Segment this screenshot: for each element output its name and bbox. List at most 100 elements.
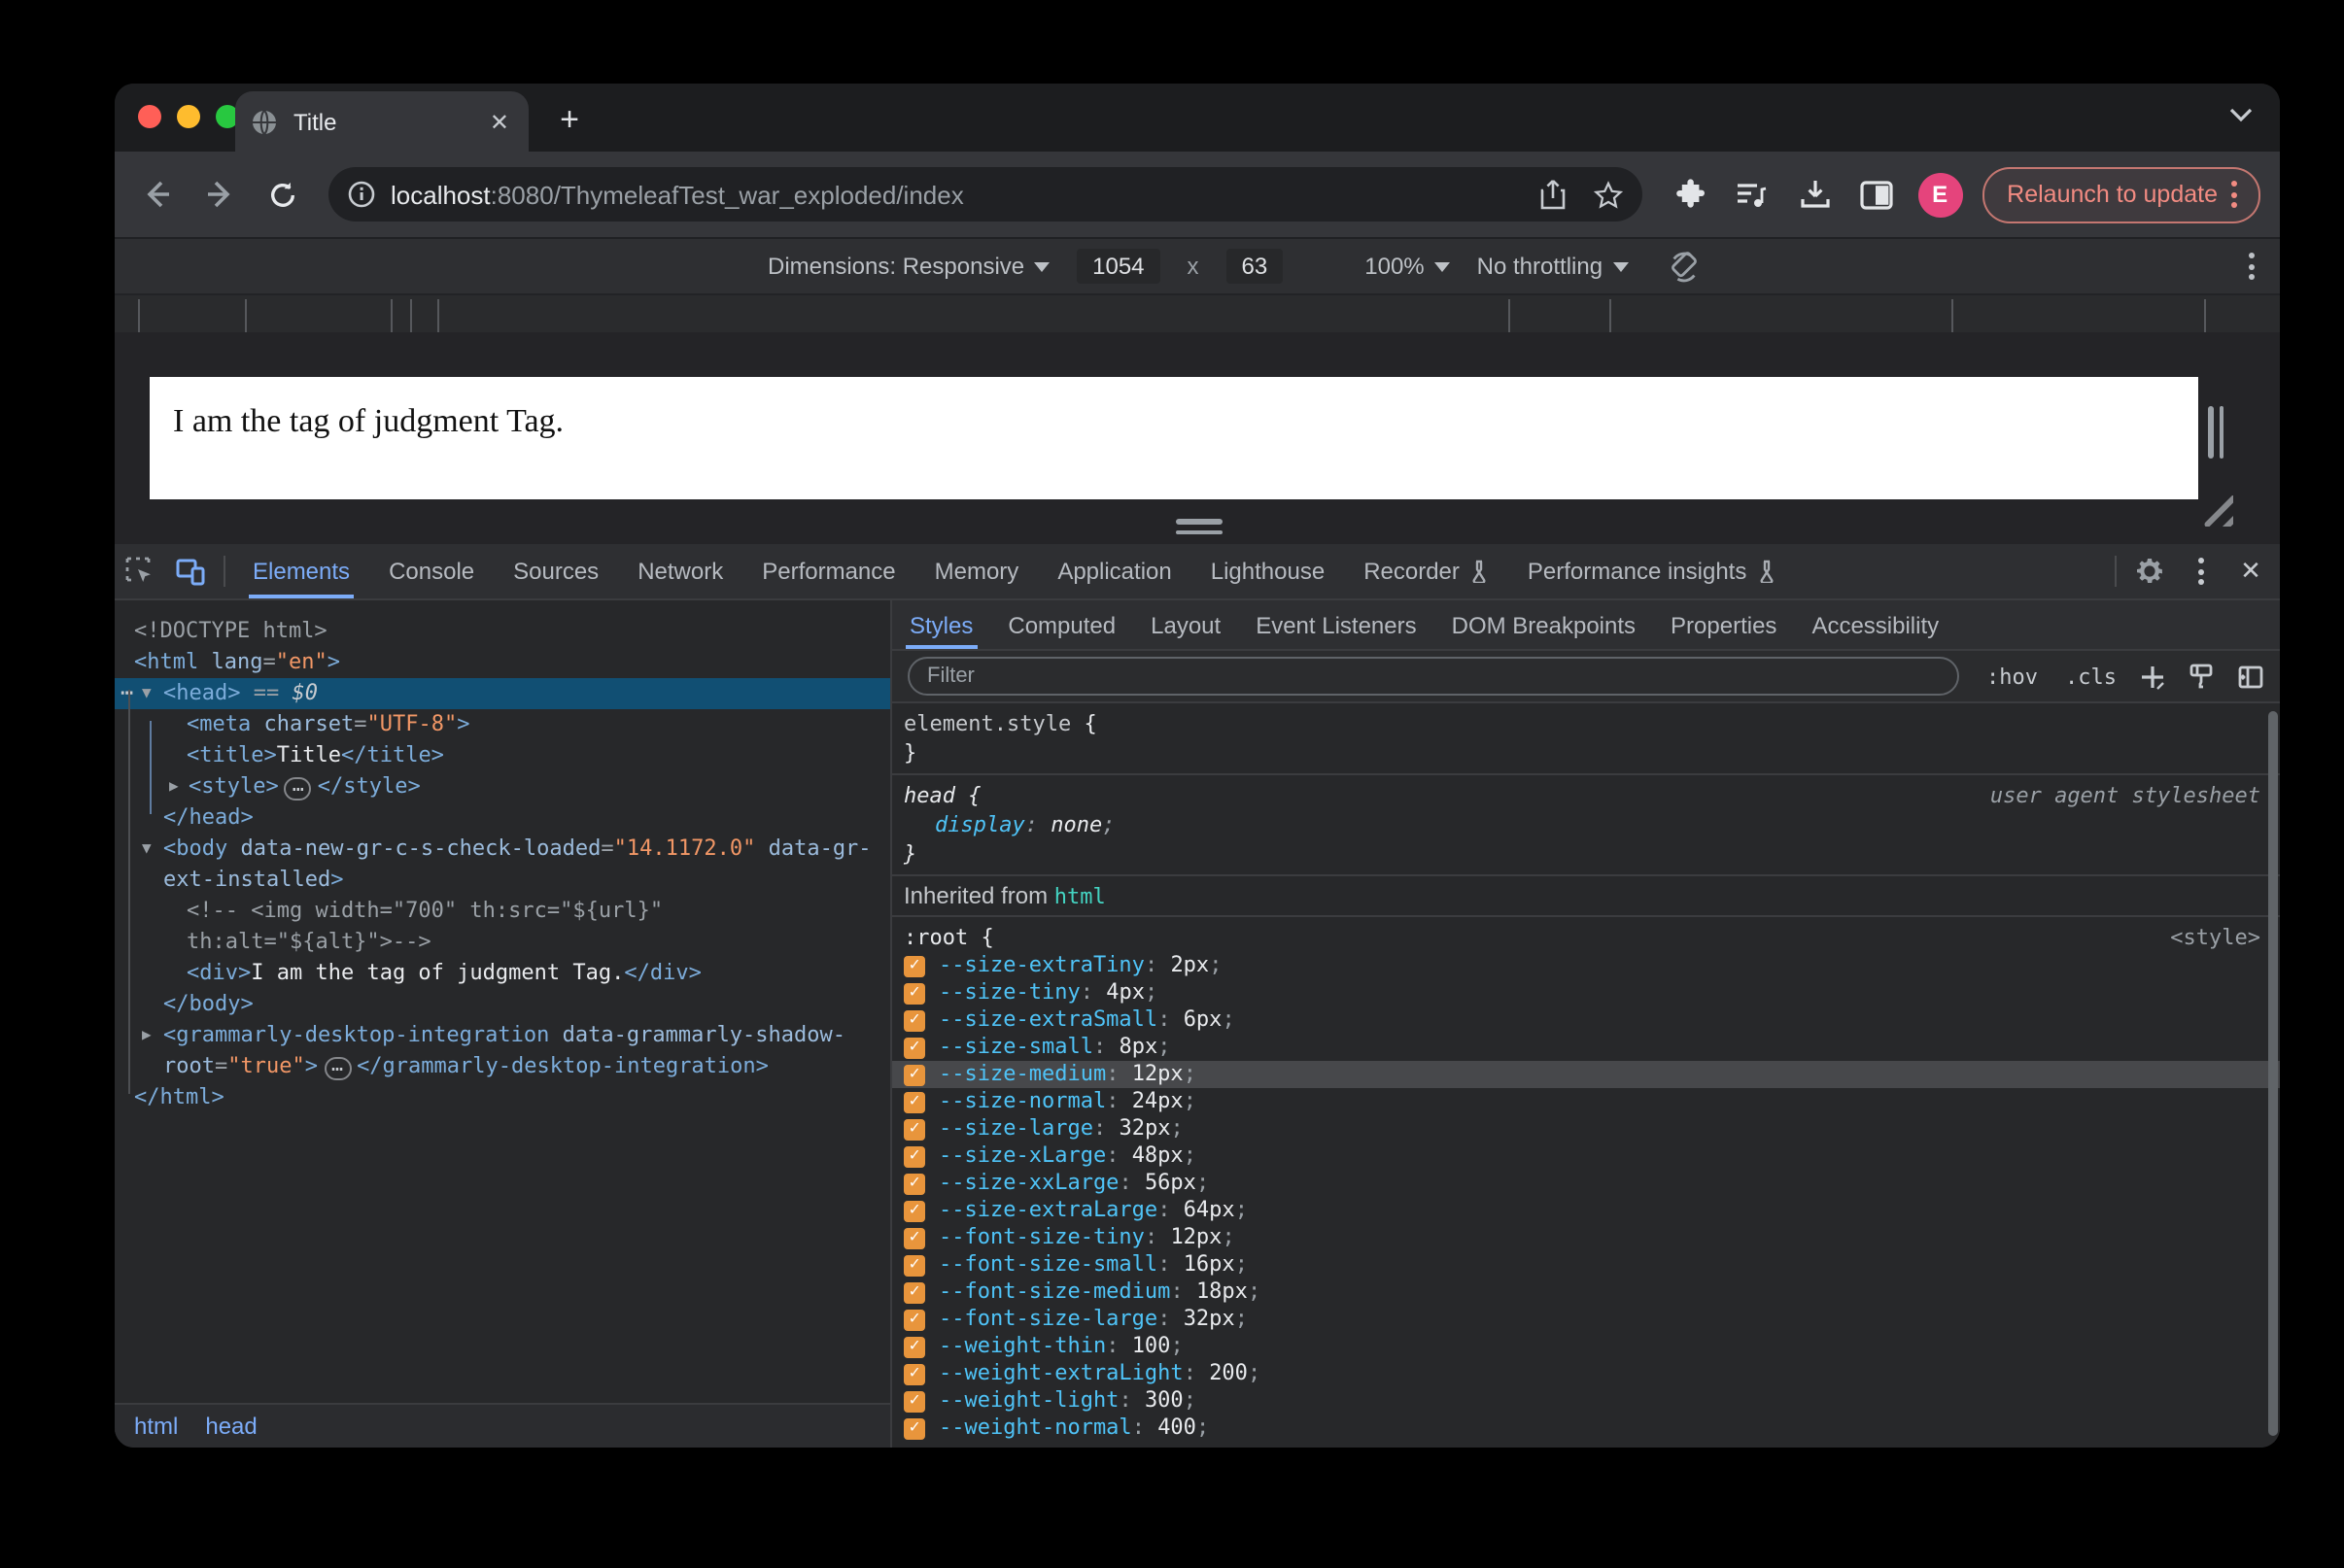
dom-node[interactable]: <!-- <img width="700" th:src="${url}" [115, 896, 890, 927]
viewport-corner-resize-handle[interactable] [2202, 495, 2233, 527]
devtools-tab-performance-insights[interactable]: Performance insights [1508, 544, 1795, 598]
property-enabled-checkbox[interactable]: ✓ [904, 1336, 925, 1357]
dom-node[interactable]: </body> [115, 989, 890, 1020]
dimensions-select[interactable]: Dimensions: Responsive [768, 253, 1051, 280]
dom-node[interactable]: </html> [115, 1082, 890, 1113]
dom-node[interactable]: <meta charset="UTF-8"> [115, 709, 890, 740]
dom-tree[interactable]: <!DOCTYPE html> <html lang="en"> ⋯ ▼ <head> … [115, 616, 890, 1405]
profile-avatar[interactable]: E [1917, 172, 1963, 217]
property-enabled-checkbox[interactable]: ✓ [904, 955, 925, 976]
dom-node[interactable]: th:alt="${alt}">--> [115, 927, 890, 958]
css-property-row[interactable]: ✓ --size-normal: 24px; [892, 1088, 2280, 1115]
dom-node[interactable]: <div>I am the tag of judgment Tag.</div> [115, 958, 890, 989]
styles-subtab-dom-breakpoints[interactable]: DOM Breakpoints [1434, 600, 1653, 649]
scrollbar-thumb[interactable] [2268, 711, 2278, 1436]
devtools-tab-lighthouse[interactable]: Lighthouse [1191, 544, 1344, 598]
styles-subtab-styles[interactable]: Styles [892, 600, 990, 649]
bookmark-star-icon[interactable] [1593, 180, 1623, 209]
css-property-row[interactable]: ✓ --size-xxLarge: 56px; [892, 1170, 2280, 1197]
url-bar[interactable]: localhost:8080/ThymeleafTest_war_explode… [328, 167, 1642, 222]
device-height-input[interactable]: 63 [1225, 249, 1284, 284]
share-icon[interactable] [1538, 179, 1566, 210]
zoom-select[interactable]: 100% [1364, 253, 1450, 280]
new-style-rule-icon[interactable] [2140, 664, 2165, 689]
property-enabled-checkbox[interactable]: ✓ [904, 1227, 925, 1248]
devtools-tab-sources[interactable]: Sources [494, 544, 618, 598]
relaunch-to-update-button[interactable]: Relaunch to update [1982, 166, 2260, 222]
styles-subtab-properties[interactable]: Properties [1653, 600, 1794, 649]
throttling-select[interactable]: No throttling [1477, 253, 1629, 280]
property-enabled-checkbox[interactable]: ✓ [904, 1200, 925, 1221]
media-controls-icon[interactable] [1727, 169, 1777, 220]
css-property-row[interactable]: ✓ --size-tiny: 4px; [892, 979, 2280, 1006]
css-property-row[interactable]: ✓ --font-size-medium: 18px; [892, 1278, 2280, 1306]
devtools-tab-memory[interactable]: Memory [915, 544, 1039, 598]
selector[interactable]: :root [904, 925, 968, 950]
collapse-arrow-icon[interactable]: ▼ [142, 834, 152, 865]
site-info-icon[interactable] [348, 181, 375, 208]
rendering-emulation-icon[interactable] [2189, 663, 2214, 690]
extensions-puzzle-icon[interactable] [1665, 169, 1715, 220]
css-property-row[interactable]: ✓ --size-small: 8px; [892, 1034, 2280, 1061]
expand-arrow-icon[interactable]: ▶ [169, 771, 179, 802]
css-property-row[interactable]: ✓ --font-size-small: 16px; [892, 1251, 2280, 1278]
dom-node[interactable]: root="true">… </grammarly-desktop-integra… [115, 1051, 890, 1082]
css-property-row[interactable]: ✓ --size-large: 32px; [892, 1115, 2280, 1142]
styles-subtab-event-listeners[interactable]: Event Listeners [1238, 600, 1433, 649]
css-property-row[interactable]: ✓ --weight-extraLight: 200; [892, 1360, 2280, 1387]
devtools-tab-application[interactable]: Application [1038, 544, 1190, 598]
property-enabled-checkbox[interactable]: ✓ [904, 1009, 925, 1031]
new-tab-button[interactable]: + [546, 99, 593, 142]
property-enabled-checkbox[interactable]: ✓ [904, 1390, 925, 1412]
viewport-height-resize-handle[interactable] [1176, 519, 1223, 534]
close-window-button[interactable] [138, 105, 161, 128]
devtools-close-icon[interactable]: ✕ [2225, 546, 2276, 597]
dom-node[interactable]: ▶ <grammarly-desktop-integration data-gra… [115, 1020, 890, 1051]
styles-filter-input[interactable]: Filter [908, 657, 1959, 696]
toggle-class-button[interactable]: .cls [2065, 664, 2117, 689]
device-width-input[interactable]: 1054 [1077, 249, 1160, 284]
devtools-tab-performance[interactable]: Performance [742, 544, 914, 598]
property-enabled-checkbox[interactable]: ✓ [904, 1118, 925, 1140]
devtools-tab-elements[interactable]: Elements [233, 544, 369, 598]
property-enabled-checkbox[interactable]: ✓ [904, 1281, 925, 1303]
styles-subtab-computed[interactable]: Computed [990, 600, 1133, 649]
styles-subtab-accessibility[interactable]: Accessibility [1794, 600, 1956, 649]
inherited-node-link[interactable]: html [1054, 884, 1106, 909]
property-enabled-checkbox[interactable]: ✓ [904, 1091, 925, 1112]
styles-rules-list[interactable]: element.style { } head {user agent style… [892, 703, 2280, 1448]
devtools-settings-gear-icon[interactable] [2124, 546, 2175, 597]
minimize-window-button[interactable] [177, 105, 200, 128]
expand-arrow-icon[interactable]: ▶ [142, 1020, 152, 1051]
devtools-tab-network[interactable]: Network [618, 544, 742, 598]
dom-node[interactable]: <title>Title</title> [115, 740, 890, 771]
back-icon[interactable] [134, 171, 181, 218]
property-enabled-checkbox[interactable]: ✓ [904, 1145, 925, 1167]
css-property-row[interactable]: ✓ --weight-thin: 100; [892, 1333, 2280, 1360]
css-property-row[interactable]: ✓ --size-medium: 12px; [892, 1061, 2280, 1088]
toggle-hover-state-button[interactable]: :hov [1986, 664, 2038, 689]
viewport-width-resize-handle[interactable] [2208, 406, 2223, 459]
devtools-menu-kebab-icon[interactable] [2175, 546, 2225, 597]
collapse-sidebar-icon[interactable] [2237, 664, 2264, 689]
dom-node-selected[interactable]: ⋯ ▼ <head> == $0 [115, 678, 890, 709]
dom-node[interactable]: <html lang="en"> [115, 647, 890, 678]
selector[interactable]: head [904, 783, 955, 808]
inspect-element-icon[interactable] [115, 546, 165, 597]
devtools-tab-recorder[interactable]: Recorder [1344, 544, 1508, 598]
page-viewport[interactable]: I am the tag of judgment Tag. [150, 377, 2198, 499]
side-panel-icon[interactable] [1851, 169, 1902, 220]
css-property-row[interactable]: ✓ --size-extraLarge: 64px; [892, 1197, 2280, 1224]
browser-tab[interactable]: Title ✕ [235, 91, 529, 152]
toggle-device-toolbar-icon[interactable] [165, 546, 216, 597]
selector[interactable]: element.style [904, 711, 1071, 736]
css-property-row[interactable]: ✓ --weight-normal: 400; [892, 1415, 2280, 1442]
device-toolbar-kebab-icon[interactable] [2235, 253, 2268, 280]
breadcrumb-item-html[interactable]: html [134, 1413, 178, 1440]
property-enabled-checkbox[interactable]: ✓ [904, 1309, 925, 1330]
downloads-icon[interactable] [1789, 169, 1840, 220]
css-property-row[interactable]: ✓ --size-xLarge: 48px; [892, 1142, 2280, 1170]
property-enabled-checkbox[interactable]: ✓ [904, 1363, 925, 1384]
property-enabled-checkbox[interactable]: ✓ [904, 1064, 925, 1085]
css-property-row[interactable]: ✓ --weight-light: 300; [892, 1387, 2280, 1415]
